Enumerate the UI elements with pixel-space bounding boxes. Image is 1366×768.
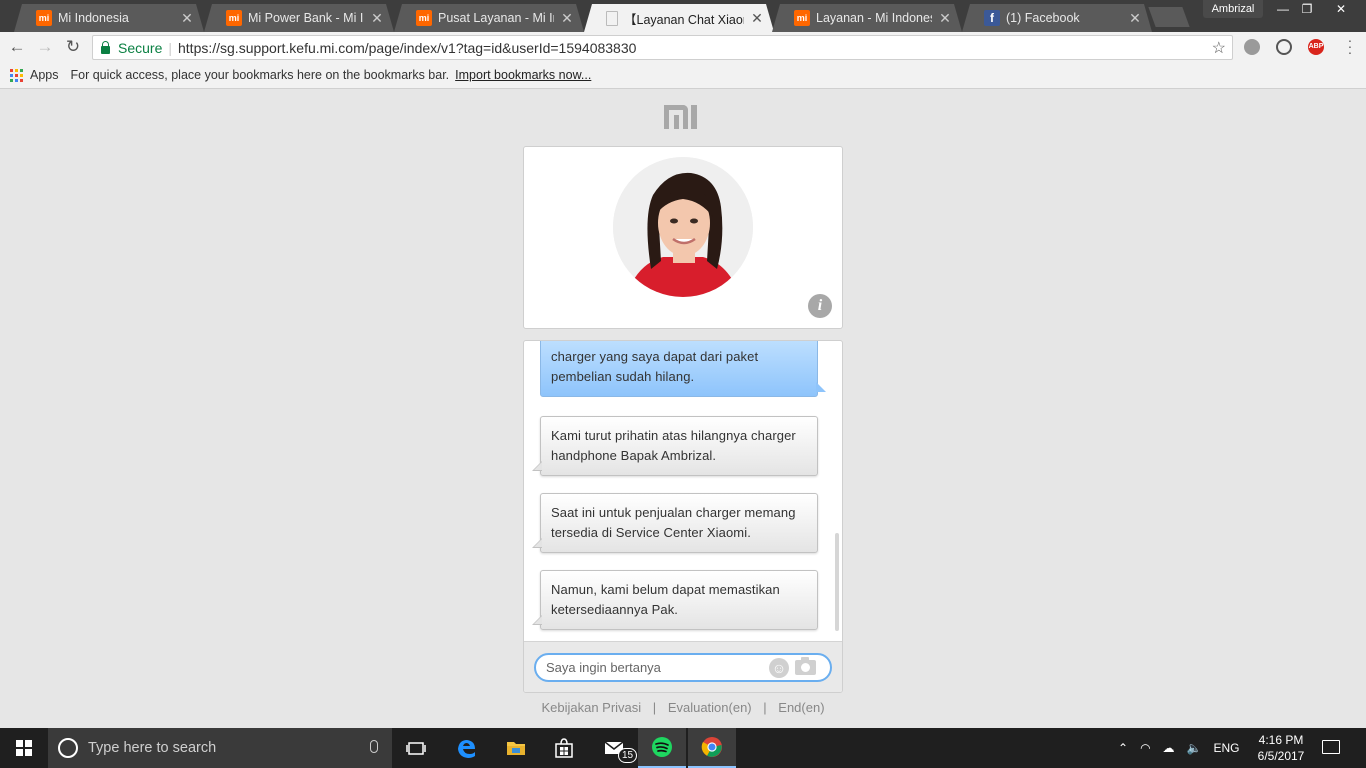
restore-icon[interactable]: ❐: [1292, 0, 1322, 18]
adblock-icon[interactable]: ABP: [1308, 39, 1324, 55]
cloud-icon[interactable]: ☁: [1163, 741, 1175, 755]
tab-mi-power-bank[interactable]: mi Mi Power Bank - Mi Indonesia ✕: [204, 4, 394, 32]
tab-title: Pusat Layanan - Mi Indonesia: [438, 11, 553, 25]
close-tab-icon[interactable]: ✕: [560, 10, 574, 27]
start-button[interactable]: [0, 728, 48, 768]
document-icon: [606, 11, 618, 26]
secure-label: Secure: [118, 39, 163, 56]
tab-strip: mi Mi Indonesia ✕ mi Mi Power Bank - Mi …: [0, 0, 1366, 32]
close-tab-icon[interactable]: ✕: [180, 10, 194, 27]
address-separator: |: [168, 39, 172, 56]
back-icon[interactable]: ←: [6, 36, 28, 58]
chrome-icon: [701, 737, 722, 757]
browser-toolbar: ← → ↻ Secure | https://sg.support.kefu.m…: [0, 32, 1366, 62]
spotify-icon: [652, 737, 672, 757]
lock-icon: [101, 40, 110, 54]
speedometer-icon[interactable]: [1276, 39, 1292, 55]
edge-icon: [458, 740, 475, 758]
extension-cloud-icon[interactable]: [1244, 39, 1260, 55]
link-separator: |: [763, 700, 767, 715]
chat-scrollbar[interactable]: [835, 533, 839, 631]
close-tab-icon[interactable]: ✕: [938, 10, 952, 27]
emoji-icon[interactable]: ☺: [769, 658, 789, 678]
close-tab-icon[interactable]: ✕: [370, 10, 384, 27]
reload-icon[interactable]: ↻: [62, 36, 84, 58]
close-tab-icon[interactable]: ✕: [1128, 10, 1142, 27]
tab-pusat-layanan[interactable]: mi Pusat Layanan - Mi Indonesia ✕: [394, 4, 584, 32]
close-tab-icon[interactable]: ✕: [750, 10, 764, 27]
chat-composer: ☺: [524, 641, 842, 692]
mi-icon: mi: [36, 10, 52, 26]
tab-title: 【Layanan Chat Xiaomi】: [624, 12, 743, 27]
agent-avatar: [613, 157, 753, 297]
mi-icon: mi: [416, 10, 432, 26]
message-list: charger yang saya dapat dari paket pembe…: [524, 341, 842, 641]
microphone-icon[interactable]: [370, 740, 378, 753]
action-center-icon[interactable]: [1322, 740, 1340, 754]
tab-title: Layanan - Mi Indonesia: [816, 11, 930, 25]
task-view-button[interactable]: [392, 728, 440, 768]
mi-icon: mi: [794, 10, 810, 26]
profile-button[interactable]: Ambrizal: [1203, 0, 1263, 18]
cortana-icon: [58, 738, 78, 758]
volume-icon[interactable]: 🔈: [1187, 741, 1202, 755]
chat-message-agent: Kami turut prihatin atas hilangnya charg…: [532, 416, 818, 476]
clock-time: 4:16 PM: [1258, 733, 1304, 747]
bookmarks-bar: Apps For quick access, place your bookma…: [0, 62, 1366, 89]
mail-badge: 15: [618, 748, 638, 763]
tab-facebook[interactable]: f (1) Facebook ✕: [962, 4, 1152, 32]
wifi-icon[interactable]: ◠: [1140, 741, 1150, 755]
system-tray: ⌃ ◠ ☁ 🔈 ENG: [1118, 728, 1240, 768]
import-bookmarks-link[interactable]: Import bookmarks now...: [455, 68, 591, 82]
agent-profile-card: i: [523, 146, 843, 329]
info-icon[interactable]: i: [808, 294, 832, 318]
taskbar-search[interactable]: Type here to search: [48, 728, 392, 768]
address-bar[interactable]: Secure | https://sg.support.kefu.mi.com/…: [92, 35, 1233, 60]
apps-label[interactable]: Apps: [30, 68, 59, 82]
file-explorer-button[interactable]: [492, 728, 540, 768]
new-tab-button[interactable]: [1148, 7, 1190, 27]
taskbar-clock[interactable]: 4:16 PM 6/5/2017: [1250, 732, 1312, 764]
tab-mi-indonesia[interactable]: mi Mi Indonesia ✕: [14, 4, 204, 32]
chat-panel: charger yang saya dapat dari paket pembe…: [523, 340, 843, 693]
tab-title: Mi Indonesia: [58, 11, 129, 25]
chat-message-user: charger yang saya dapat dari paket pembe…: [540, 341, 826, 397]
chat-footer-links: Kebijakan Privasi | Evaluation(en) | End…: [523, 700, 843, 715]
task-view-icon: [406, 742, 426, 755]
link-separator: |: [652, 700, 657, 715]
chrome-button[interactable]: [688, 728, 736, 768]
windows-icon: [16, 740, 32, 756]
evaluation-link[interactable]: Evaluation(en): [668, 700, 752, 715]
tab-title: (1) Facebook: [1006, 11, 1080, 25]
tab-layanan-mi[interactable]: mi Layanan - Mi Indonesia ✕: [772, 4, 962, 32]
bookmarks-hint: For quick access, place your bookmarks h…: [70, 68, 450, 82]
mi-logo: [664, 105, 702, 129]
tab-layanan-chat[interactable]: 【Layanan Chat Xiaomi】 ✕: [584, 4, 774, 32]
language-indicator[interactable]: ENG: [1214, 741, 1240, 755]
facebook-icon: f: [984, 10, 1000, 26]
store-button[interactable]: [540, 728, 588, 768]
spotify-button[interactable]: [638, 728, 686, 768]
camera-icon[interactable]: [795, 657, 816, 675]
url-text[interactable]: https://sg.support.kefu.mi.com/page/inde…: [178, 40, 636, 56]
apps-icon[interactable]: [10, 68, 23, 82]
bookmark-star-icon[interactable]: ☆: [1212, 38, 1226, 58]
end-chat-link[interactable]: End(en): [778, 700, 824, 715]
privacy-policy-link[interactable]: Kebijakan Privasi: [541, 700, 641, 715]
clock-date: 6/5/2017: [1257, 749, 1305, 763]
menu-icon[interactable]: · · ·: [1344, 33, 1356, 59]
forward-icon[interactable]: →: [34, 36, 56, 58]
folder-icon: [507, 742, 525, 755]
search-placeholder: Type here to search: [88, 740, 217, 756]
taskbar: Type here to search 15 ⌃ ◠ ☁ 🔈 ENG 4:16 …: [0, 728, 1366, 768]
store-icon: [555, 738, 573, 758]
close-window-icon[interactable]: ✕: [1326, 0, 1356, 18]
mail-button[interactable]: 15: [590, 728, 638, 768]
tab-title: Mi Power Bank - Mi Indonesia: [248, 11, 364, 25]
chat-message-agent: Saat ini untuk penjualan charger memang …: [532, 493, 818, 553]
chevron-up-icon[interactable]: ⌃: [1118, 741, 1128, 755]
mi-icon: mi: [226, 10, 242, 26]
edge-button[interactable]: [442, 728, 490, 768]
chat-message-agent: Namun, kami belum dapat memastikan keter…: [532, 570, 818, 630]
